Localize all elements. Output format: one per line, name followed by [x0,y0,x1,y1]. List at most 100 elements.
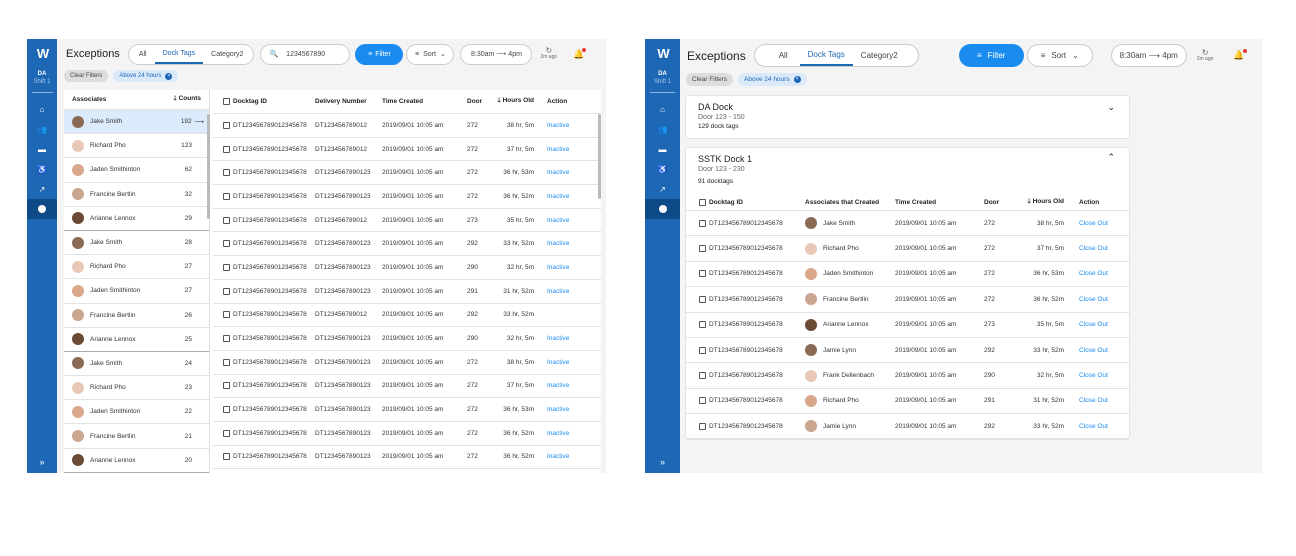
trend-icon[interactable]: ↗ [27,179,57,199]
list-item[interactable]: Richard Pho 23 [64,376,209,401]
inactive-link[interactable]: Inactive [534,406,574,413]
active-filter-chip[interactable]: Above 24 hours × [113,70,179,82]
inactive-link[interactable]: Inactive [534,146,574,153]
inactive-link[interactable]: Inactive [534,288,574,295]
inactive-link[interactable]: Inactive [534,382,574,389]
row-checkbox[interactable] [223,145,230,153]
row-checkbox[interactable] [223,169,230,177]
close-out-link[interactable]: Close Out [1064,372,1114,379]
row-checkbox[interactable] [699,245,706,253]
circle-icon[interactable] [645,199,680,219]
row-checkbox[interactable] [223,311,230,319]
trend-icon[interactable]: ↗ [645,179,680,199]
remove-filter-icon[interactable]: × [165,72,173,80]
shift-selector[interactable]: DA Shift 1 [654,70,671,86]
tab-all[interactable]: All [767,45,800,66]
tab-all[interactable]: All [131,45,155,64]
row-checkbox[interactable] [223,263,230,271]
list-item[interactable]: Arianne Lennox 25 [64,328,209,352]
tab-category2[interactable]: Category2 [853,45,906,66]
row-checkbox[interactable] [223,429,230,437]
close-out-link[interactable]: Close Out [1064,296,1114,303]
list-item[interactable]: Francine Bertlin 32 [64,183,209,207]
row-checkbox[interactable] [699,372,706,380]
close-out-link[interactable]: Close Out [1064,347,1114,354]
tab-dock-tags[interactable]: Dock Tags [799,45,853,66]
dock-card-da[interactable]: DA Dock Door 123 - 150 129 dock tags ⌄ [685,95,1130,139]
row-checkbox[interactable] [223,382,230,390]
bell-icon[interactable]: 🔔 [1233,49,1247,61]
close-out-link[interactable]: Close Out [1064,220,1114,227]
home-icon[interactable]: ⌂ [645,99,680,119]
associates-scrollbar[interactable] [207,114,210,219]
counts-sort[interactable]: 🡓 Counts [173,94,201,105]
row-checkbox[interactable] [223,240,230,248]
list-item[interactable]: Richard Pho 123 [64,134,209,159]
list-item[interactable]: Arianne Lennox 20 [64,449,209,473]
list-item[interactable]: Francine Bertlin 21 [64,424,209,449]
dock-header[interactable]: SSTK Dock 1 Door 123 - 230 91 docktags ⌃ [686,148,1129,194]
tab-category2[interactable]: Category2 [203,45,251,64]
close-out-link[interactable]: Close Out [1064,245,1114,252]
filter-button[interactable]: ≡ Filter [958,44,1024,67]
row-checkbox[interactable] [699,270,706,278]
inactive-link[interactable]: Inactive [534,169,574,176]
truck-icon[interactable]: ▬ [645,139,680,159]
refresh-button[interactable]: ↻ 2m ago [540,47,557,61]
sort-button[interactable]: ≡ Sort ⌄ [406,43,455,65]
row-checkbox[interactable] [223,121,230,129]
close-out-link[interactable]: Close Out [1064,423,1114,430]
row-checkbox[interactable] [699,295,706,303]
row-checkbox[interactable] [223,216,230,224]
walker-icon[interactable]: ♿ [27,159,57,179]
refresh-button[interactable]: ↻ 2m ago [1197,48,1214,62]
active-filter-chip[interactable]: Above 24 hours × [738,73,807,86]
close-out-link[interactable]: Close Out [1064,321,1114,328]
row-checkbox[interactable] [223,406,230,414]
inactive-link[interactable]: Inactive [534,359,574,366]
expand-sidebar-icon[interactable]: » [660,457,665,467]
list-item[interactable]: Jaden Smithinton 62 [64,158,209,183]
chevron-down-icon[interactable]: ⌄ [1107,102,1115,113]
time-range-selector[interactable]: 8:30am ⟶ 4pm [460,43,533,65]
remove-filter-icon[interactable]: × [793,76,801,83]
people-icon[interactable]: 👥 [27,119,57,139]
list-item[interactable]: Jake Smith 24 [64,352,209,377]
close-out-link[interactable]: Close Out [1064,270,1114,277]
row-checkbox[interactable] [699,422,706,430]
row-checkbox[interactable] [223,287,230,295]
filter-button[interactable]: ≡ Filter [355,43,404,65]
truck-icon[interactable]: ▬ [27,139,57,159]
chevron-up-icon[interactable]: ⌃ [1107,152,1115,163]
sort-button[interactable]: ≡ Sort ⌄ [1026,44,1093,67]
inactive-link[interactable]: Inactive [534,335,574,342]
inactive-link[interactable]: Inactive [534,430,574,437]
close-out-link[interactable]: Close Out [1064,397,1114,404]
time-range-selector[interactable]: 8:30am ⟶ 4pm [1110,44,1187,67]
list-item[interactable]: Jaden Smithinton 27 [64,279,209,304]
row-checkbox[interactable] [699,346,706,354]
search-input[interactable]: 🔍 1234567890 [260,43,351,65]
inactive-link[interactable]: Inactive [534,264,574,271]
inactive-link[interactable]: Inactive [534,453,574,460]
list-item[interactable]: Jake Smith 28 [64,231,209,256]
clear-filters-chip[interactable]: Clear Filters [64,70,109,82]
table-scrollbar[interactable] [598,114,601,199]
shift-selector[interactable]: DA Shift 1 [33,70,50,86]
expand-sidebar-icon[interactable]: » [39,457,44,467]
list-item[interactable]: Richard Pho 27 [64,255,209,280]
inactive-link[interactable]: Inactive [534,217,574,224]
select-all-checkbox[interactable] [223,98,230,105]
clear-filters-chip[interactable]: Clear Filters [686,73,734,86]
hours-old-sort[interactable]: 🡓 Hours Old [491,96,534,107]
row-checkbox[interactable] [699,219,706,227]
row-checkbox[interactable] [223,358,230,366]
inactive-link[interactable]: Inactive [534,193,574,200]
row-checkbox[interactable] [223,192,230,200]
row-checkbox[interactable] [223,453,230,461]
home-icon[interactable]: ⌂ [27,99,57,119]
hours-old-sort[interactable]: 🡓 Hours Old [1008,197,1064,208]
list-item[interactable]: Jake Smith 192 ⟶ [64,110,209,135]
list-item[interactable]: Jaden Smithinton 22 [64,400,209,425]
inactive-link[interactable]: Inactive [534,240,574,247]
